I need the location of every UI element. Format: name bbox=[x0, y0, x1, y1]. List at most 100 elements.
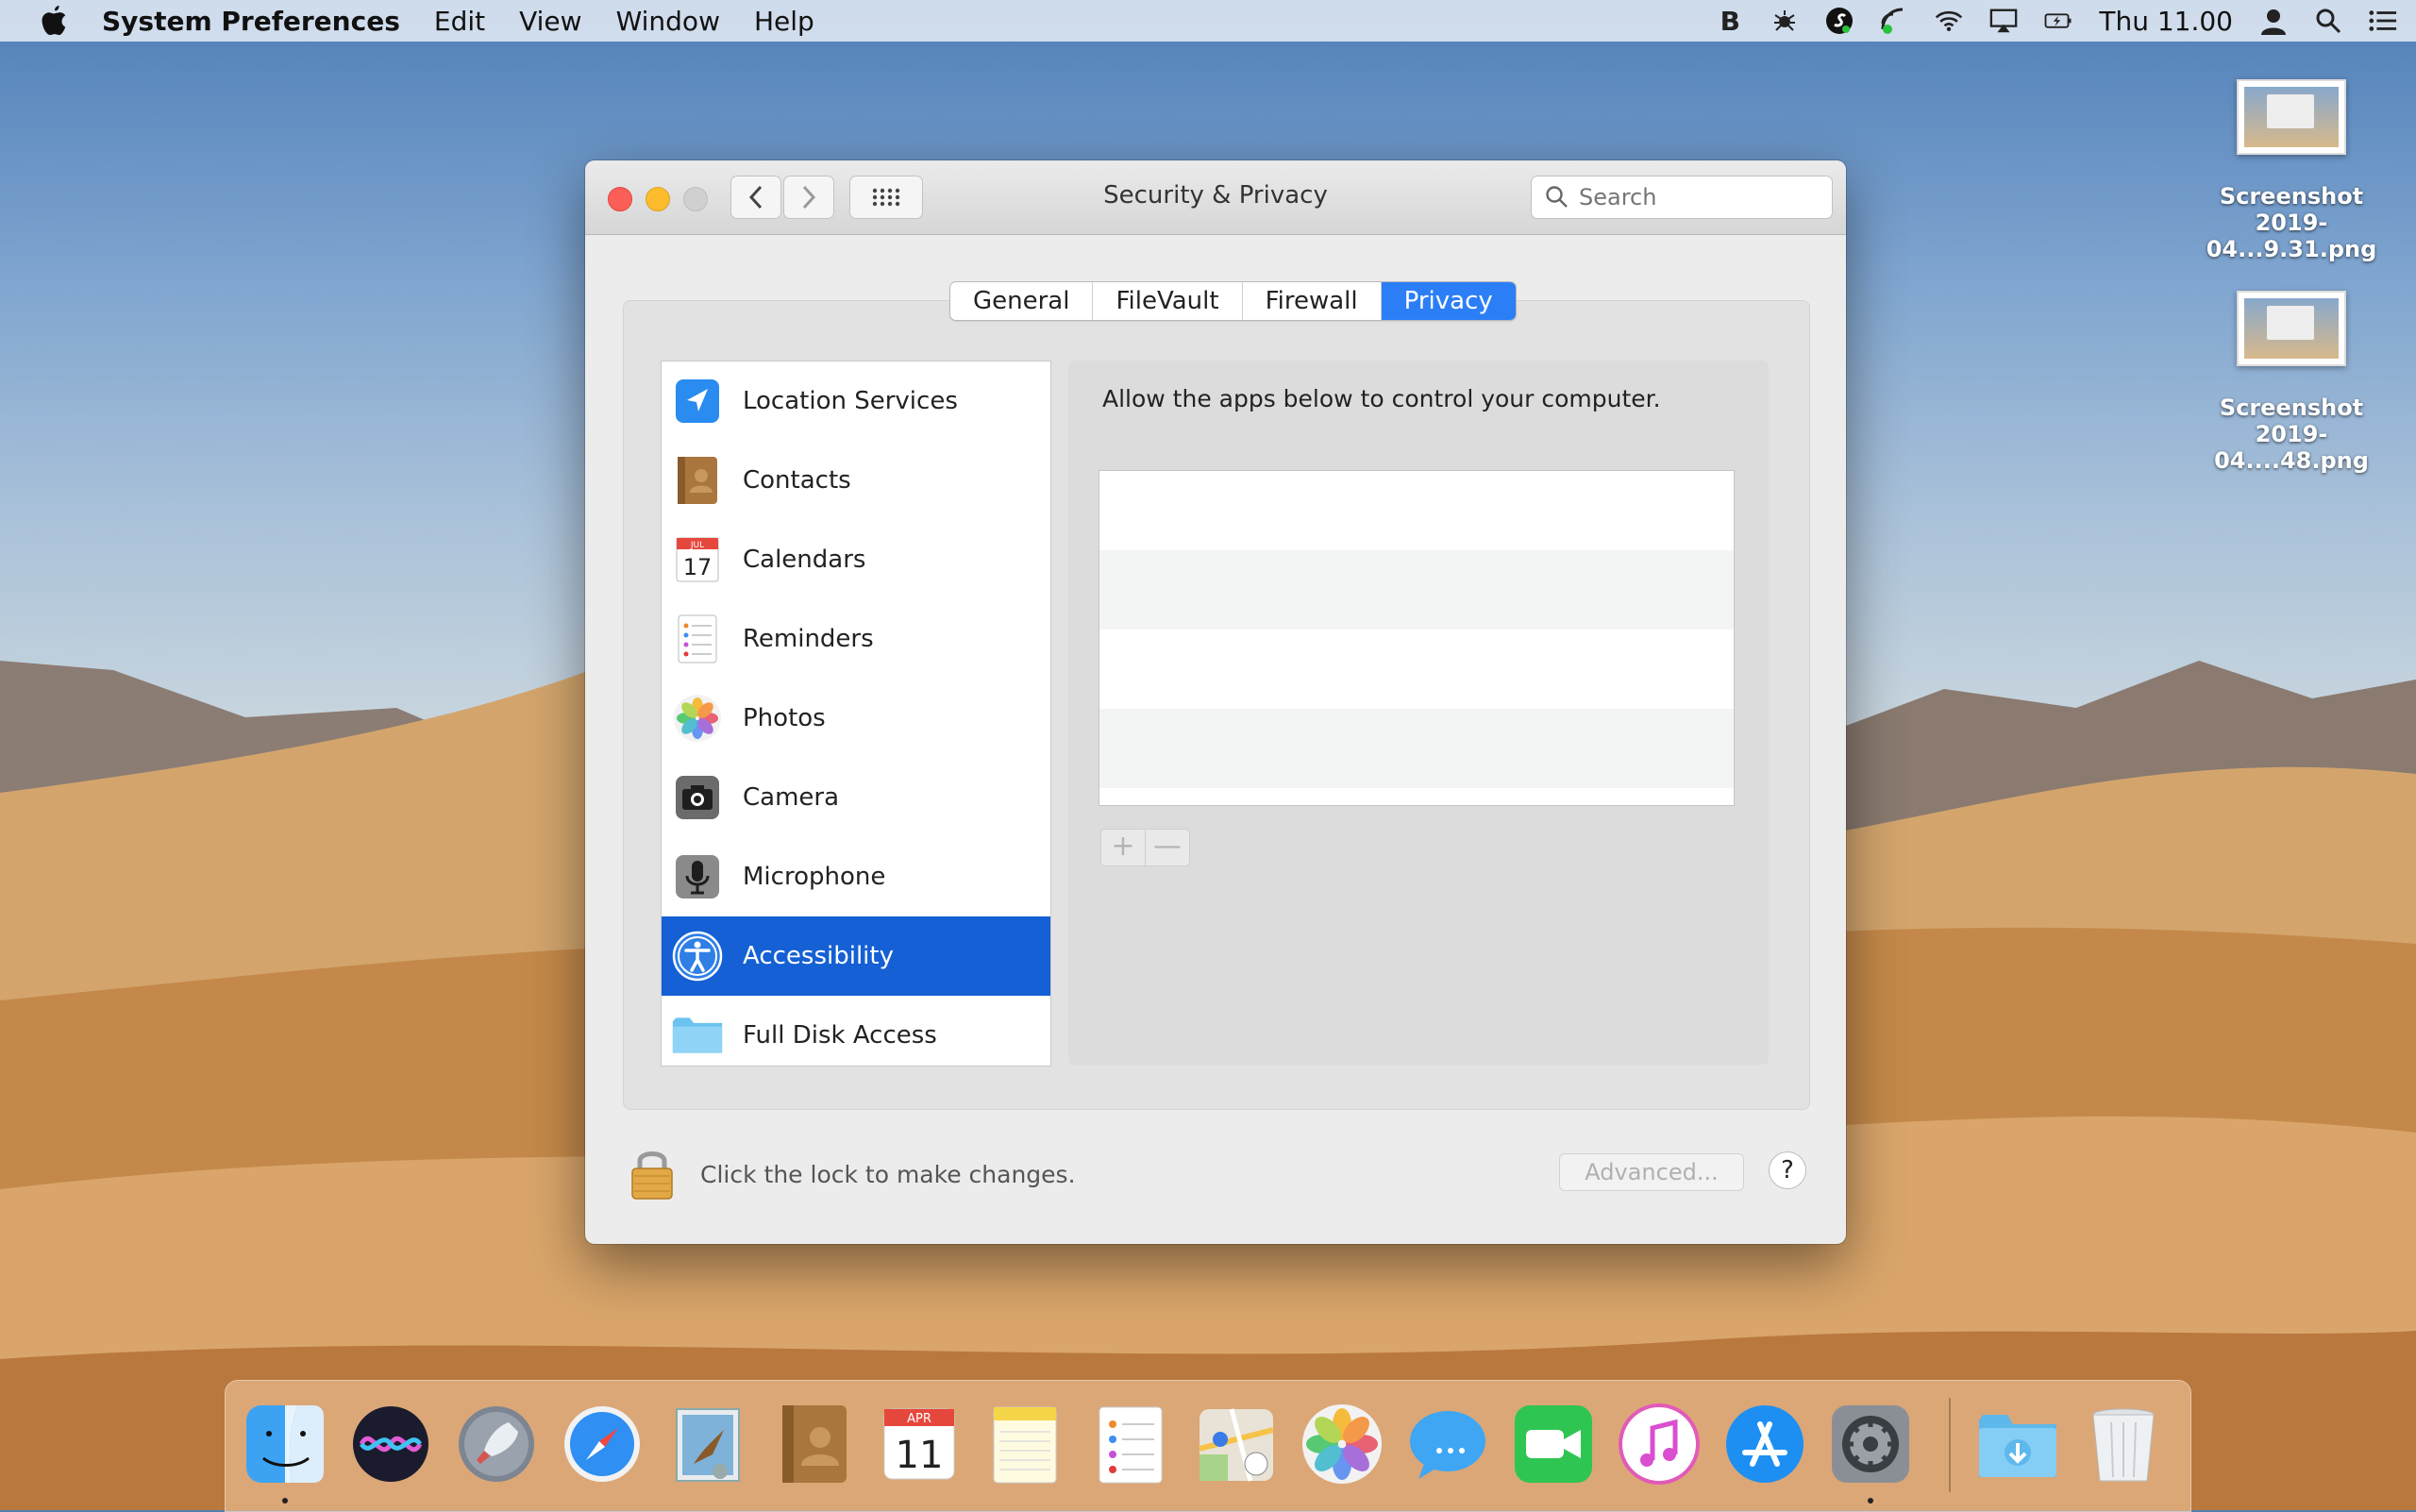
notes-icon[interactable] bbox=[982, 1402, 1067, 1487]
accessibility-description: Allow the apps below to control your com… bbox=[1102, 385, 1661, 412]
list-item-label: Contacts bbox=[743, 466, 851, 495]
add-remove-buttons: + — bbox=[1100, 829, 1190, 866]
file-name-line2: 2019-04...9.31.png bbox=[2206, 210, 2377, 262]
search-input[interactable] bbox=[1577, 183, 1817, 211]
system-preferences-running-indicator bbox=[1868, 1498, 1873, 1504]
calendar-day-text: 17 bbox=[683, 554, 713, 580]
allowed-apps-table[interactable] bbox=[1099, 470, 1735, 806]
calendar-month-text: JUL bbox=[690, 541, 704, 550]
menu-edit[interactable]: Edit bbox=[434, 6, 485, 37]
desktop-file-screenshot-1[interactable]: Screenshot 2019-04...9.31.png bbox=[2178, 79, 2405, 262]
list-item-label: Photos bbox=[743, 704, 826, 732]
launchpad-icon[interactable] bbox=[454, 1402, 539, 1487]
help-button[interactable]: ? bbox=[1769, 1151, 1806, 1189]
reminders-app-icon[interactable] bbox=[1088, 1402, 1173, 1487]
calendar-app-icon[interactable]: APR 11 bbox=[877, 1402, 962, 1487]
list-item-location-services[interactable]: Location Services bbox=[662, 361, 1050, 441]
list-item-camera[interactable]: Camera bbox=[662, 758, 1050, 837]
list-item-photos[interactable]: Photos bbox=[662, 679, 1050, 758]
search-field[interactable] bbox=[1531, 176, 1833, 219]
remove-app-button[interactable]: — bbox=[1146, 829, 1190, 866]
list-item-label: Full Disk Access bbox=[743, 1021, 937, 1050]
security-privacy-window: Security & Privacy General FileVault Fir… bbox=[585, 160, 1846, 1244]
file-thumbnail bbox=[2237, 79, 2346, 155]
camera-icon bbox=[671, 771, 724, 824]
status-area: B Thu 11.00 bbox=[1716, 0, 2397, 42]
lock-icon[interactable] bbox=[629, 1146, 676, 1202]
siri-icon[interactable] bbox=[348, 1402, 433, 1487]
folder-icon bbox=[671, 1009, 724, 1062]
tab-filevault[interactable]: FileVault bbox=[1093, 282, 1243, 320]
photos-flower-icon bbox=[671, 692, 724, 745]
calendar-icon: JUL 17 bbox=[671, 533, 724, 586]
file-thumbnail bbox=[2237, 291, 2346, 366]
bug-icon[interactable] bbox=[1770, 7, 1799, 35]
table-row[interactable] bbox=[1099, 709, 1734, 788]
tab-general[interactable]: General bbox=[950, 282, 1094, 320]
list-item-label: Microphone bbox=[743, 863, 886, 891]
maps-icon[interactable] bbox=[1194, 1402, 1279, 1487]
search-icon bbox=[1546, 186, 1568, 208]
advanced-button[interactable]: Advanced... bbox=[1559, 1153, 1744, 1191]
list-item-full-disk-access[interactable]: Full Disk Access bbox=[662, 996, 1050, 1066]
trash-icon[interactable] bbox=[2081, 1402, 2166, 1487]
bluetooth-b-icon[interactable]: B bbox=[1716, 6, 1744, 37]
table-row[interactable] bbox=[1099, 630, 1734, 709]
notification-center-icon[interactable] bbox=[2369, 7, 2397, 35]
mail-icon[interactable] bbox=[665, 1402, 750, 1487]
user-icon[interactable] bbox=[2259, 7, 2288, 35]
menu-view[interactable]: View bbox=[519, 6, 581, 37]
dock-calendar-day: 11 bbox=[896, 1434, 944, 1477]
title-bar[interactable]: Security & Privacy bbox=[585, 160, 1846, 235]
safari-icon[interactable] bbox=[560, 1402, 645, 1487]
dock-separator bbox=[1949, 1398, 1951, 1492]
network-sync-icon[interactable] bbox=[1880, 7, 1908, 35]
list-item-accessibility[interactable]: Accessibility bbox=[662, 916, 1050, 996]
contacts-icon[interactable] bbox=[771, 1402, 856, 1487]
menu-help[interactable]: Help bbox=[754, 6, 814, 37]
finder-icon[interactable] bbox=[243, 1402, 327, 1487]
table-row[interactable] bbox=[1099, 471, 1734, 550]
list-item-label: Location Services bbox=[743, 387, 958, 415]
reminders-icon bbox=[671, 613, 724, 665]
apple-logo-icon[interactable] bbox=[40, 5, 68, 37]
wifi-icon[interactable] bbox=[1935, 7, 1963, 35]
dock: APR 11 bbox=[225, 1380, 2191, 1512]
shazam-icon[interactable] bbox=[1825, 7, 1854, 35]
list-item-label: Camera bbox=[743, 783, 840, 812]
battery-charging-icon[interactable] bbox=[2044, 7, 2072, 35]
facetime-icon[interactable] bbox=[1511, 1402, 1596, 1487]
microphone-icon bbox=[671, 850, 724, 903]
desktop-file-screenshot-2[interactable]: Screenshot 2019-04....48.png bbox=[2178, 291, 2405, 474]
tab-firewall[interactable]: Firewall bbox=[1243, 282, 1382, 320]
list-item-contacts[interactable]: Contacts bbox=[662, 441, 1050, 520]
list-item-microphone[interactable]: Microphone bbox=[662, 837, 1050, 916]
airplay-icon[interactable] bbox=[1989, 7, 2018, 35]
list-item-reminders[interactable]: Reminders bbox=[662, 599, 1050, 679]
add-app-button[interactable]: + bbox=[1100, 829, 1146, 866]
list-item-label: Calendars bbox=[743, 546, 866, 574]
itunes-icon[interactable] bbox=[1617, 1402, 1702, 1487]
file-name-line1: Screenshot bbox=[2219, 395, 2364, 421]
accessibility-icon bbox=[671, 930, 724, 983]
contacts-book-icon bbox=[671, 454, 724, 507]
menu-bar: System Preferences Edit View Window Help… bbox=[0, 0, 2416, 42]
app-store-icon[interactable] bbox=[1722, 1402, 1807, 1487]
downloads-folder-icon[interactable] bbox=[1975, 1402, 2060, 1487]
dock-calendar-month: APR bbox=[907, 1412, 931, 1426]
messages-icon[interactable] bbox=[1405, 1402, 1490, 1487]
list-item-calendars[interactable]: JUL 17 Calendars bbox=[662, 520, 1050, 599]
bottom-bar: Click the lock to make changes. Advanced… bbox=[585, 1146, 1846, 1231]
spotlight-search-icon[interactable] bbox=[2314, 7, 2342, 35]
file-name-line2: 2019-04....48.png bbox=[2214, 421, 2369, 474]
table-row[interactable] bbox=[1099, 550, 1734, 630]
tab-privacy[interactable]: Privacy bbox=[1381, 282, 1516, 320]
lock-message: Click the lock to make changes. bbox=[700, 1161, 1076, 1188]
app-name-menu[interactable]: System Preferences bbox=[102, 6, 400, 37]
menubar-clock[interactable]: Thu 11.00 bbox=[2099, 6, 2233, 37]
photos-icon[interactable] bbox=[1300, 1402, 1384, 1487]
list-item-label: Accessibility bbox=[743, 942, 894, 970]
system-preferences-icon[interactable] bbox=[1828, 1402, 1913, 1487]
list-item-label: Reminders bbox=[743, 625, 874, 653]
menu-window[interactable]: Window bbox=[616, 6, 720, 37]
